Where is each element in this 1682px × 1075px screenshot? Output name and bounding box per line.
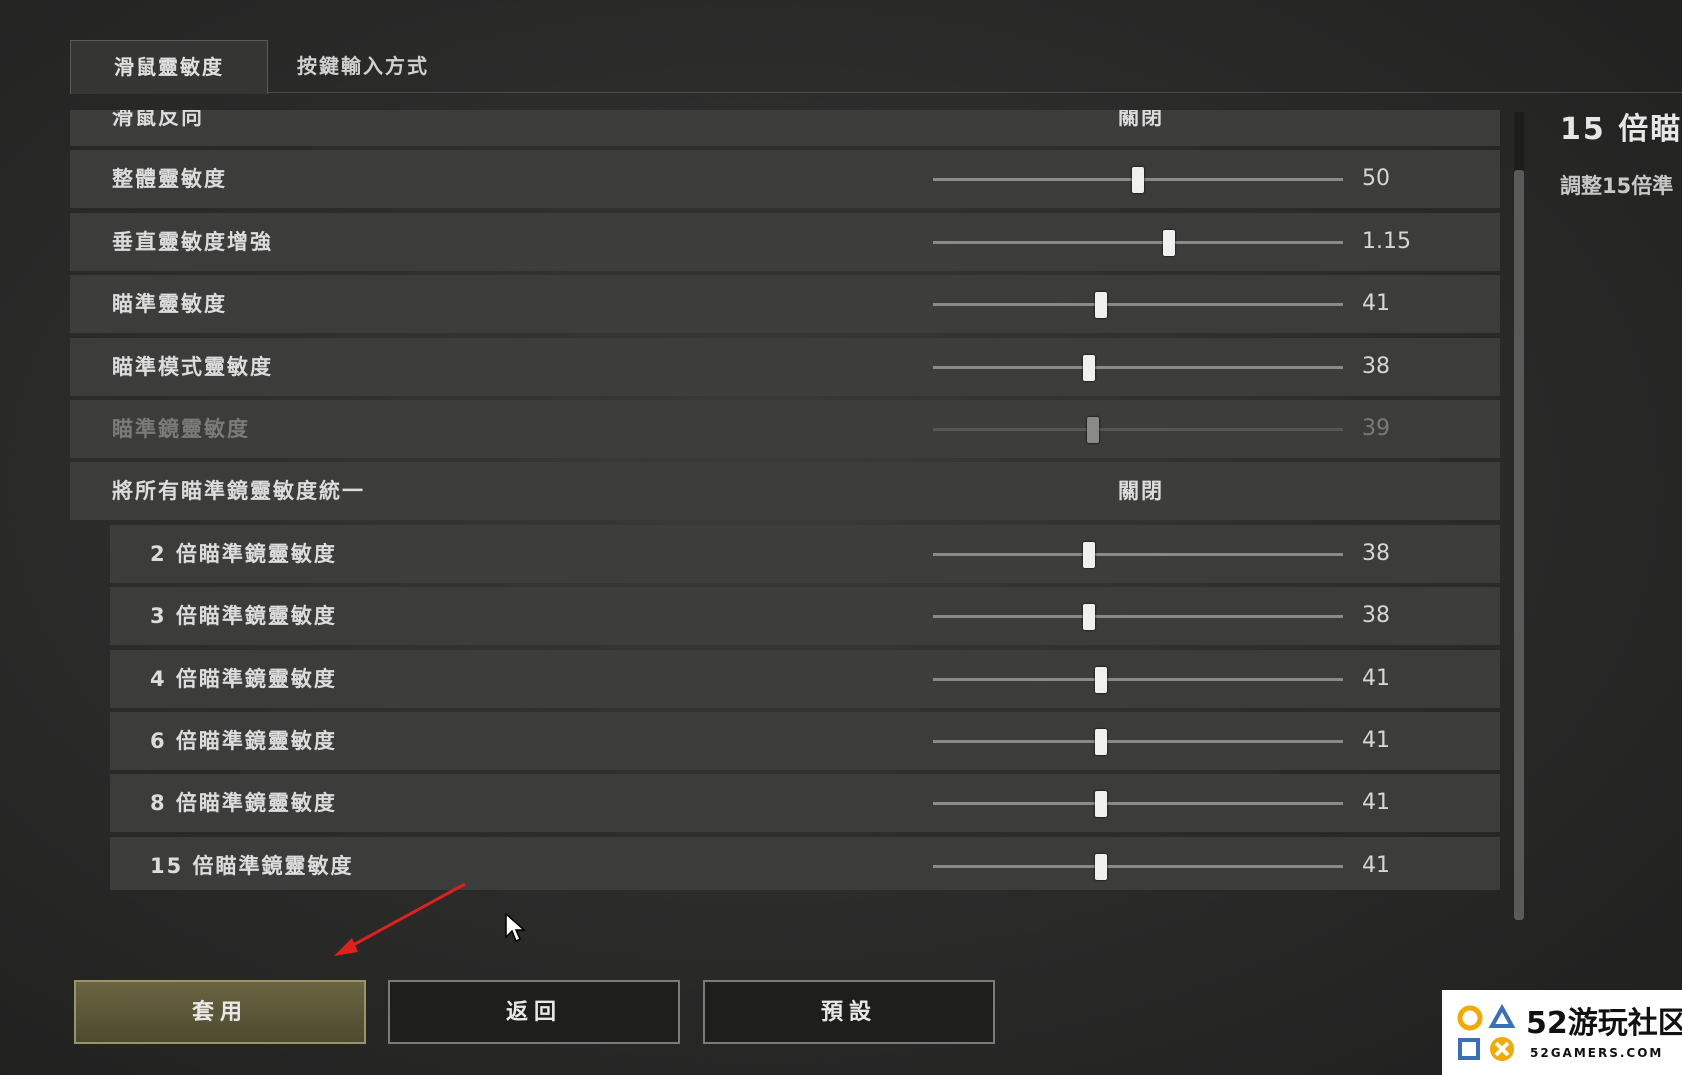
default-button[interactable]: 預設 xyxy=(703,980,995,1044)
slider-value: 38 xyxy=(1362,353,1390,379)
apply-button[interactable]: 套用 xyxy=(74,980,366,1044)
back-button[interactable]: 返回 xyxy=(388,980,680,1044)
slider-track[interactable] xyxy=(933,292,1343,319)
toggle-row[interactable]: 滑鼠反向 關閉 xyxy=(70,110,1500,146)
slider-track[interactable] xyxy=(933,604,1343,631)
slider-track[interactable] xyxy=(933,417,1343,443)
setting-label: 4 倍瞄準鏡靈敏度 xyxy=(150,666,337,691)
slider-thumb[interactable] xyxy=(1095,292,1108,319)
side-panel-title: 15 倍瞄準 xyxy=(1560,112,1682,147)
slider-row[interactable]: 6 倍瞄準鏡靈敏度 41 xyxy=(110,712,1500,770)
setting-label: 8 倍瞄準鏡靈敏度 xyxy=(150,791,337,816)
slider-value: 38 xyxy=(1362,540,1390,566)
slider-thumb[interactable] xyxy=(1082,354,1095,381)
watermark-url: 52GAMERS.COM xyxy=(1530,1046,1664,1060)
watermark-brand: 52游玩社区 xyxy=(1526,1006,1682,1041)
slider-thumb[interactable] xyxy=(1095,791,1108,818)
settings-tabs: 滑鼠靈敏度 按鍵輸入方式 xyxy=(70,40,1682,94)
slider-value: 38 xyxy=(1362,603,1390,629)
slider-value: 1.15 xyxy=(1362,228,1411,254)
slider-row[interactable]: 2 倍瞄準鏡靈敏度 38 xyxy=(110,524,1500,583)
slider-track[interactable] xyxy=(933,729,1343,755)
setting-label: 2 倍瞄準鏡靈敏度 xyxy=(150,541,337,566)
setting-label: 瞄準鏡靈敏度 xyxy=(112,417,250,441)
slider-thumb[interactable] xyxy=(1095,666,1108,693)
setting-label: 6 倍瞄準鏡靈敏度 xyxy=(150,729,337,753)
slider-track[interactable] xyxy=(933,541,1343,568)
slider-row[interactable]: 3 倍瞄準鏡靈敏度 38 xyxy=(110,587,1500,646)
slider-value: 50 xyxy=(1362,166,1390,192)
slider-value: 41 xyxy=(1362,790,1390,816)
setting-label: 滑鼠反向 xyxy=(112,110,204,129)
annotation-arrow-icon xyxy=(334,882,466,956)
slider-row[interactable]: 整體靈敏度 50 xyxy=(70,150,1500,209)
setting-label: 3 倍瞄準鏡靈敏度 xyxy=(150,604,337,629)
watermark: 52游玩社区 52GAMERS.COM xyxy=(1442,990,1682,1075)
slider-track[interactable] xyxy=(933,666,1343,693)
slider-value: 41 xyxy=(1362,852,1390,878)
setting-label: 整體靈敏度 xyxy=(112,167,227,192)
slider-thumb[interactable] xyxy=(1095,729,1108,755)
side-panel-description: 調整15倍準 xyxy=(1560,174,1674,198)
setting-label: 瞄準模式靈敏度 xyxy=(112,354,273,379)
slider-thumb[interactable] xyxy=(1082,541,1095,568)
slider-value: 41 xyxy=(1362,291,1390,317)
setting-label: 15 倍瞄準鏡靈敏度 xyxy=(150,853,354,878)
slider-row[interactable]: 瞄準靈敏度 41 xyxy=(70,275,1500,334)
slider-row[interactable]: 瞄準鏡靈敏度 39 xyxy=(70,400,1500,458)
slider-track[interactable] xyxy=(933,354,1343,381)
slider-thumb[interactable] xyxy=(1086,417,1099,443)
slider-row[interactable]: 4 倍瞄準鏡靈敏度 41 xyxy=(110,649,1500,708)
gamepad-symbols-icon xyxy=(1457,1004,1516,1061)
toggle-row[interactable]: 將所有瞄準鏡靈敏度統一 關閉 xyxy=(70,462,1500,521)
slider-thumb[interactable] xyxy=(1095,853,1108,880)
slider-row[interactable]: 垂直靈敏度增強 1.15 xyxy=(70,212,1500,271)
setting-label: 將所有瞄準鏡靈敏度統一 xyxy=(112,479,365,504)
scrollbar-thumb[interactable] xyxy=(1514,170,1524,920)
slider-track[interactable] xyxy=(933,167,1343,194)
mouse-cursor-icon xyxy=(505,913,526,943)
slider-track[interactable] xyxy=(933,853,1343,880)
slider-value: 39 xyxy=(1362,416,1390,441)
slider-row[interactable]: 8 倍瞄準鏡靈敏度 41 xyxy=(110,774,1500,833)
tab-key-input[interactable]: 按鍵輸入方式 xyxy=(288,40,438,92)
slider-thumb[interactable] xyxy=(1082,604,1095,631)
slider-value: 41 xyxy=(1362,728,1390,753)
setting-label: 瞄準靈敏度 xyxy=(112,292,227,317)
slider-thumb[interactable] xyxy=(1162,229,1175,256)
slider-row[interactable]: 瞄準模式靈敏度 38 xyxy=(70,337,1500,396)
slider-thumb[interactable] xyxy=(1132,167,1144,194)
slider-value: 41 xyxy=(1362,665,1390,691)
toggle-value[interactable]: 關閉 xyxy=(1118,462,1164,520)
settings-list: 滑鼠反向 關閉 整體靈敏度 50 垂直靈敏度增強 1.15 瞄準靈敏度 41 瞄準模式靈敏度 38… xyxy=(70,110,1500,890)
tab-mouse-sensitivity[interactable]: 滑鼠靈敏度 xyxy=(70,40,268,94)
setting-label: 垂直靈敏度增強 xyxy=(112,229,273,254)
toggle-value[interactable]: 關閉 xyxy=(1118,110,1164,146)
slider-row[interactable]: 15 倍瞄準鏡靈敏度 41 xyxy=(110,836,1500,890)
slider-track[interactable] xyxy=(933,791,1343,818)
slider-track[interactable] xyxy=(933,229,1343,256)
